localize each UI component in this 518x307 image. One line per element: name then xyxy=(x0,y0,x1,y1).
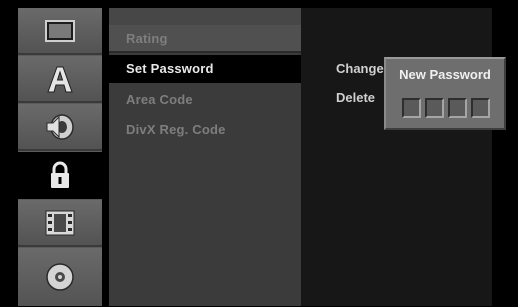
disc-icon xyxy=(46,263,74,291)
dialog-title: New Password xyxy=(399,67,491,82)
setup-screen: Rating Set Password Area Code DivX Reg. … xyxy=(0,0,518,307)
option-panel: Change Delete xyxy=(301,8,492,306)
category-icon-bar xyxy=(18,8,102,306)
sidebar-item-language[interactable] xyxy=(18,56,102,103)
password-digit-fields xyxy=(402,98,490,118)
password-digit-2[interactable] xyxy=(425,98,444,118)
menu-item-area-code[interactable]: Area Code xyxy=(109,86,301,114)
option-change[interactable]: Change xyxy=(336,61,384,76)
sidebar-item-disc[interactable] xyxy=(18,248,102,306)
language-letter-a-icon xyxy=(47,66,73,92)
film-strip-icon xyxy=(45,210,75,235)
speaker-audio-icon xyxy=(46,113,74,140)
sidebar-item-lock[interactable] xyxy=(18,152,102,199)
sidebar-item-others[interactable] xyxy=(18,200,102,247)
menu-item-divx-reg-code[interactable]: DivX Reg. Code xyxy=(109,116,301,144)
menu-item-set-password[interactable]: Set Password xyxy=(109,55,301,83)
menu-item-rating[interactable]: Rating xyxy=(109,25,301,53)
password-digit-1[interactable] xyxy=(402,98,421,118)
option-delete[interactable]: Delete xyxy=(336,90,375,105)
password-digit-3[interactable] xyxy=(448,98,467,118)
password-digit-4[interactable] xyxy=(471,98,490,118)
new-password-dialog: New Password xyxy=(384,57,506,130)
sidebar-item-display[interactable] xyxy=(18,8,102,55)
lock-settings-menu: Rating Set Password Area Code DivX Reg. … xyxy=(109,8,301,306)
sidebar-item-audio[interactable] xyxy=(18,104,102,151)
padlock-icon xyxy=(51,161,69,188)
tv-screen-icon xyxy=(45,19,75,42)
